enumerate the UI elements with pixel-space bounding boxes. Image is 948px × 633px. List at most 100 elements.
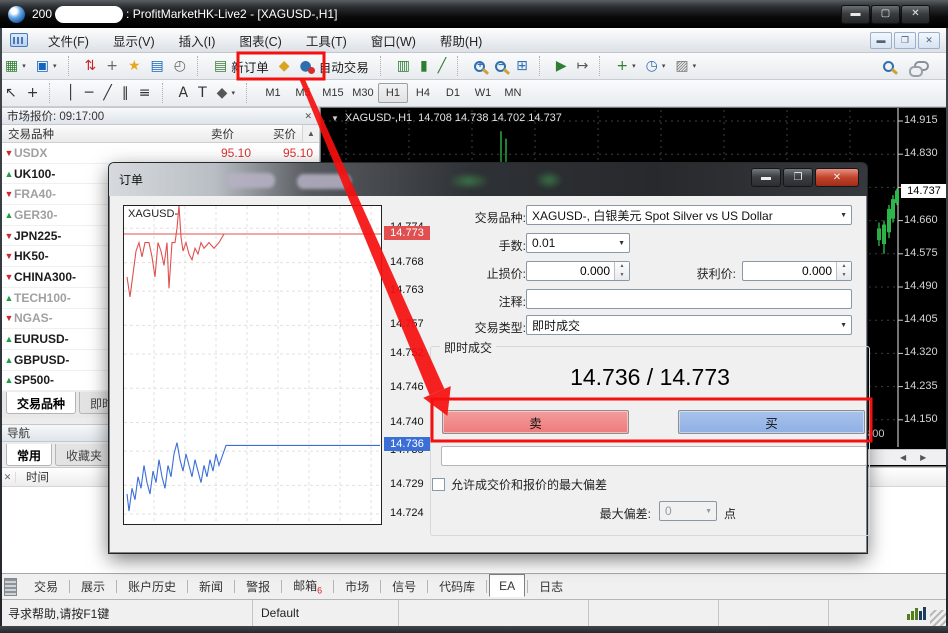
terminal-tab-市场[interactable]: 市场 — [336, 575, 378, 598]
close-button[interactable]: ✕ — [901, 5, 930, 24]
dialog-restore-button[interactable]: ❐ — [783, 168, 813, 187]
profiles-button[interactable]: ▣▾ — [31, 55, 62, 78]
terminal-tab-日志[interactable]: 日志 — [530, 575, 572, 598]
terminal-tab-警报[interactable]: 警报 — [237, 575, 279, 598]
comment-input[interactable] — [526, 289, 852, 309]
community-button[interactable] — [909, 55, 934, 78]
menu-item-4[interactable]: 工具(T) — [294, 28, 359, 53]
text-button[interactable]: A — [174, 82, 194, 105]
terminal-tab-交易[interactable]: 交易 — [25, 575, 67, 598]
label-button[interactable]: T — [193, 82, 212, 105]
terminal-button[interactable]: ▤ — [146, 55, 169, 78]
new-chart-button[interactable]: ▦▾ — [0, 55, 31, 78]
menu-item-2[interactable]: 插入(I) — [167, 28, 228, 53]
symbol-select[interactable]: XAGUSD-, 白银美元 Spot Silver vs US Dollar ▼ — [526, 205, 852, 225]
auto-scroll-button[interactable]: ▶ — [551, 55, 572, 78]
terminal-tab-代码库[interactable]: 代码库 — [430, 575, 484, 598]
shapes-button[interactable]: ◆▾ — [212, 82, 240, 105]
new-order-button[interactable]: ▤新订单 — [209, 55, 274, 78]
execution-type-select[interactable]: 即时成交 ▼ — [526, 315, 852, 335]
maximize-button[interactable]: ▢ — [871, 5, 900, 24]
timeframe-M15[interactable]: M15 — [318, 83, 348, 103]
navigator-tab-常用[interactable]: 常用 — [6, 444, 52, 466]
spinner-arrows-icon[interactable]: ▲▼ — [614, 262, 629, 280]
chart-shift-button[interactable]: ↦ — [572, 55, 594, 78]
order-dialog-titlebar[interactable]: 订单 ▬ ❐ ✕ — [109, 163, 867, 196]
terminal-tab-信号[interactable]: 信号 — [383, 575, 425, 598]
terminal-tab-账户历史[interactable]: 账户历史 — [119, 575, 185, 598]
indicators-button[interactable]: +▾ — [611, 55, 640, 78]
market-watch-button[interactable]: ⇅ — [80, 55, 102, 78]
tile-windows-button[interactable]: ⊞ — [511, 55, 533, 78]
terminal-close-icon[interactable]: ✕ — [0, 472, 16, 483]
dialog-close-button[interactable]: ✕ — [815, 168, 859, 187]
minimize-button[interactable]: ▬ — [841, 5, 870, 24]
chart-dropdown-icon[interactable]: ▼ — [331, 114, 339, 123]
zoom-out-button[interactable]: − — [490, 55, 511, 78]
timeframe-M1[interactable]: M1 — [258, 83, 288, 103]
menu-item-0[interactable]: 文件(F) — [36, 28, 101, 53]
status-profile[interactable]: Default — [253, 600, 399, 626]
navigator-tab-收藏夹[interactable]: 收藏夹 — [55, 444, 113, 466]
crosshair-button[interactable]: + — [22, 82, 44, 105]
cursor-button[interactable]: ↖ — [0, 82, 22, 105]
volume-select[interactable]: 0.01 ▼ — [526, 233, 630, 253]
cursor-icon: ↖ — [5, 86, 17, 100]
metaeditor-button[interactable]: ◆ — [274, 55, 295, 78]
timeframe-H1[interactable]: H1 — [378, 83, 408, 103]
terminal-tab-新闻[interactable]: 新闻 — [190, 575, 232, 598]
stoploss-input[interactable] — [527, 263, 614, 279]
timeframe-MN[interactable]: MN — [498, 83, 528, 103]
timeframe-H4[interactable]: H4 — [408, 83, 438, 103]
line-chart-button[interactable]: ╱ — [433, 55, 451, 78]
takeprofit-spinner[interactable]: ▲▼ — [742, 261, 852, 281]
channel-button[interactable]: ∥ — [117, 82, 134, 105]
candle-chart-button[interactable]: ▮ — [415, 55, 433, 78]
search-button[interactable] — [878, 55, 899, 78]
menu-item-3[interactable]: 图表(C) — [227, 28, 293, 53]
trendline-button[interactable]: ╱ — [98, 82, 116, 105]
timeframe-W1[interactable]: W1 — [468, 83, 498, 103]
market-watch-row-USDX[interactable]: ▼USDX95.1095.10 — [0, 143, 319, 164]
market-watch-close-icon[interactable]: ✕ — [304, 111, 312, 122]
takeprofit-input[interactable] — [743, 263, 836, 279]
menu-item-1[interactable]: 显示(V) — [101, 28, 167, 53]
tab-separator — [116, 580, 117, 593]
max-deviation-select[interactable]: 0 ▼ — [659, 501, 717, 521]
strategy-tester-button[interactable]: ◴ — [169, 55, 191, 78]
resize-grip[interactable] — [930, 610, 946, 626]
menu-item-6[interactable]: 帮助(H) — [428, 28, 494, 53]
timeframe-D1[interactable]: D1 — [438, 83, 468, 103]
child-close-button[interactable]: ✕ — [918, 32, 940, 49]
autotrading-button[interactable]: ●自动交易 — [295, 55, 374, 78]
scroll-up-icon[interactable]: ▲ — [302, 125, 319, 142]
terminal-panel-icon[interactable] — [4, 578, 17, 596]
terminal-tab-EA[interactable]: EA — [489, 574, 525, 597]
spinner-arrows-icon[interactable]: ▲▼ — [836, 262, 851, 280]
terminal-tab-邮箱[interactable]: 邮箱6 — [284, 574, 331, 598]
terminal-tab-展示[interactable]: 展示 — [72, 575, 114, 598]
horizontal-line-button[interactable]: ─ — [80, 82, 98, 105]
data-window-button[interactable]: + — [101, 55, 123, 78]
sell-button[interactable]: 卖 — [442, 410, 629, 434]
scroll-right-icon[interactable]: ▶ — [920, 453, 926, 462]
fibonacci-button[interactable]: ≡ — [134, 82, 156, 105]
child-restore-button[interactable]: ❐ — [894, 32, 916, 49]
templates-button[interactable]: ▨▾ — [670, 55, 701, 78]
scroll-left-icon[interactable]: ◀ — [900, 453, 906, 462]
tab-separator — [187, 580, 188, 593]
stoploss-spinner[interactable]: ▲▼ — [526, 261, 630, 281]
timeframe-M30[interactable]: M30 — [348, 83, 378, 103]
child-minimize-button[interactable]: ▬ — [870, 32, 892, 49]
zoom-in-button[interactable]: + — [469, 55, 490, 78]
periods-button[interactable]: ◷▾ — [641, 55, 671, 78]
vertical-line-button[interactable]: │ — [61, 82, 79, 105]
navigator-button[interactable]: ★ — [123, 55, 146, 78]
market-watch-tab-交易品种[interactable]: 交易品种 — [6, 392, 76, 414]
deviation-checkbox[interactable] — [432, 478, 445, 491]
menu-item-5[interactable]: 窗口(W) — [359, 28, 428, 53]
buy-button[interactable]: 买 — [678, 410, 865, 434]
bar-chart-button[interactable]: ▥ — [392, 55, 415, 78]
timeframe-M5[interactable]: M5 — [288, 83, 318, 103]
dialog-minimize-button[interactable]: ▬ — [751, 168, 781, 187]
